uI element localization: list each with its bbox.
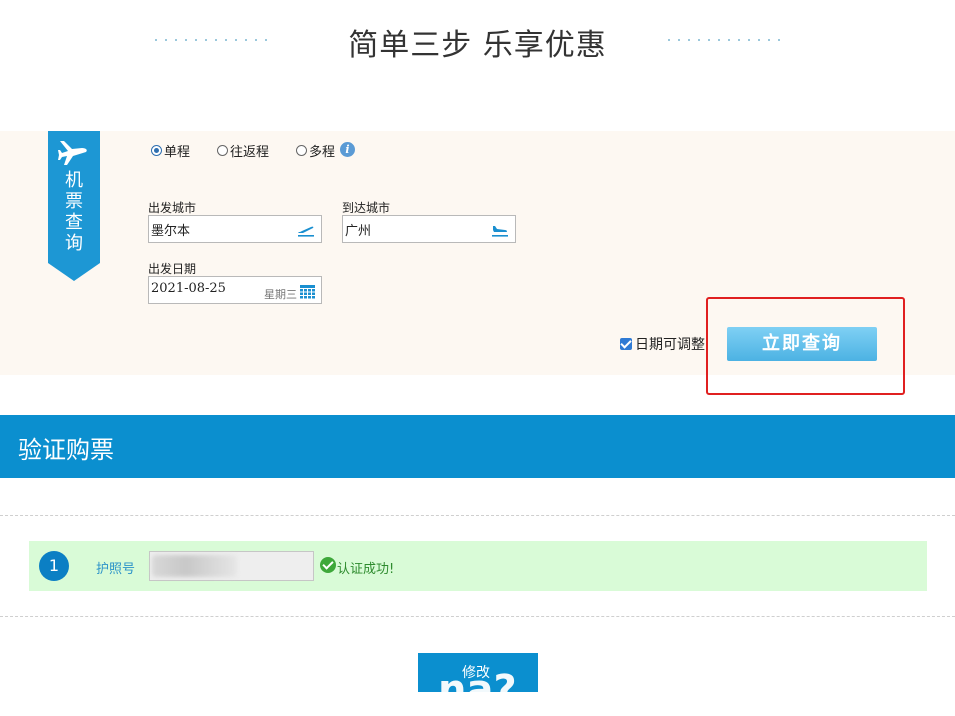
departure-date-label: 出发日期 xyxy=(148,262,197,276)
radio-multicity[interactable] xyxy=(296,145,307,156)
departure-weekday: 星期三 xyxy=(264,288,297,301)
modify-button[interactable]: na? 修改 xyxy=(418,653,538,692)
departure-date-value: 2021-08-25 xyxy=(151,281,226,296)
trip-option-oneway-label: 单程 xyxy=(164,145,191,160)
takeoff-icon xyxy=(298,226,314,237)
divider-bottom xyxy=(0,616,955,617)
arrival-city-input[interactable]: 广州 xyxy=(342,215,516,243)
departure-city-label: 出发城市 xyxy=(148,201,197,215)
departure-city-input[interactable]: 墨尔本 xyxy=(148,215,322,243)
info-icon[interactable]: i xyxy=(340,142,355,157)
trip-option-roundtrip[interactable]: 往返程 xyxy=(217,141,269,160)
flight-search-label: 机票查询 xyxy=(65,170,83,254)
trip-option-oneway[interactable]: 单程 xyxy=(151,141,190,160)
calendar-icon[interactable] xyxy=(300,285,315,299)
departure-city-value: 墨尔本 xyxy=(151,224,191,239)
radio-oneway[interactable] xyxy=(151,145,162,156)
modify-button-label: 修改 xyxy=(462,665,490,681)
departure-date-input[interactable]: 2021-08-25 星期三 xyxy=(148,276,322,304)
landing-icon xyxy=(492,226,508,237)
airplane-icon xyxy=(58,141,87,165)
radio-roundtrip[interactable] xyxy=(217,145,228,156)
arrival-city-value: 广州 xyxy=(345,224,372,239)
page-title: 简单三步 乐享优惠 xyxy=(348,28,607,63)
divider-top xyxy=(0,515,955,516)
passport-redacted-value xyxy=(152,555,237,577)
date-adjustable-checkbox[interactable] xyxy=(620,338,632,350)
success-check-icon xyxy=(320,557,336,573)
trip-option-multicity[interactable]: 多程 xyxy=(296,141,335,160)
verify-section-title: 验证购票 xyxy=(18,436,114,464)
highlight-box xyxy=(706,297,905,395)
arrival-city-label: 到达城市 xyxy=(342,201,391,215)
step-number-badge: 1 xyxy=(39,551,69,581)
trip-option-roundtrip-label: 往返程 xyxy=(230,145,270,160)
date-adjustable-option[interactable]: 日期可调整 xyxy=(620,334,705,354)
passport-label: 护照号 xyxy=(96,562,136,577)
verify-status-text: 认证成功! xyxy=(337,562,395,577)
verify-section-header xyxy=(0,415,955,478)
trip-option-multicity-label: 多程 xyxy=(309,145,336,160)
date-adjustable-label: 日期可调整 xyxy=(635,337,705,353)
header-dots-right xyxy=(668,37,780,43)
